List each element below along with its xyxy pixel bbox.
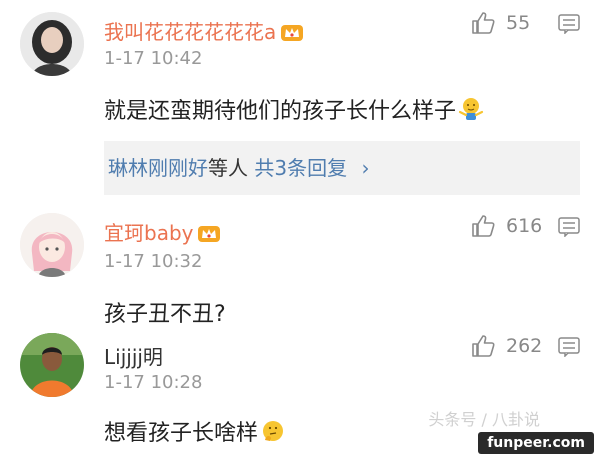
replies-count-link[interactable]: 共3条回复 — [254, 156, 347, 180]
shrug-emoji-icon — [458, 96, 484, 122]
timestamp: 1-17 10:28 — [104, 372, 203, 393]
timestamp: 1-17 10:42 — [104, 48, 203, 69]
like-count: 262 — [506, 335, 543, 357]
thumbs-up-icon — [472, 215, 495, 237]
like-count: 55 — [506, 12, 531, 34]
username[interactable]: 宜珂baby — [104, 217, 221, 246]
replies-summary[interactable]: 琳林刚刚好等人 共3条回复 › — [104, 141, 580, 195]
comment-item: 宜珂baby 1-17 10:32 616 孩子丑不丑? — [0, 205, 600, 327]
comment-icon — [558, 217, 580, 238]
avatar[interactable] — [20, 12, 84, 76]
vip-crown-icon — [280, 22, 304, 42]
comment-text: 想看孩子长啥样 — [104, 415, 286, 447]
reply-button[interactable] — [558, 337, 580, 358]
reply-button[interactable] — [558, 14, 580, 35]
watermark-site: funpeer.com — [478, 432, 594, 454]
username[interactable]: 我叫花花花花花花a — [104, 16, 304, 45]
thumbs-up-icon — [472, 12, 495, 34]
thumbs-up-icon — [472, 335, 495, 357]
like-count: 616 — [506, 215, 543, 237]
like-button[interactable]: 262 — [470, 333, 542, 359]
avatar[interactable] — [20, 333, 84, 397]
comment-item: 我叫花花花花花花a 1-17 10:42 55 就是还蛮期待他们的孩子长什么样子… — [0, 0, 600, 210]
timestamp: 1-17 10:32 — [104, 251, 203, 272]
comment-icon — [558, 337, 580, 358]
comment-text: 就是还蛮期待他们的孩子长什么样子 — [104, 93, 484, 125]
replies-others: 等人 — [208, 156, 248, 180]
comment-text: 孩子丑不丑? — [104, 302, 226, 327]
chevron-right-icon: › — [361, 156, 370, 180]
like-button[interactable]: 55 — [470, 10, 530, 36]
comment-icon — [558, 14, 580, 35]
reply-usernames[interactable]: 琳林刚刚好 — [108, 156, 208, 180]
thinking-emoji-icon — [260, 418, 286, 444]
vip-crown-icon — [197, 223, 221, 243]
like-button[interactable]: 616 — [470, 213, 542, 239]
username[interactable]: Lijjjj明 — [104, 341, 163, 370]
avatar[interactable] — [20, 213, 84, 277]
watermark-text: 头条号 / 八卦说 — [428, 410, 540, 429]
reply-button[interactable] — [558, 217, 580, 238]
